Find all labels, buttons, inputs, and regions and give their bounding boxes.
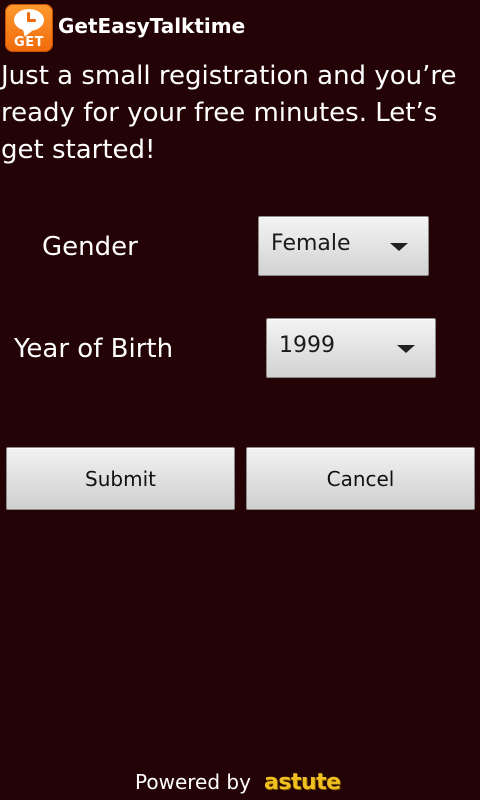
cancel-button[interactable]: Cancel (246, 447, 475, 510)
app-title: GetEasyTalktime (58, 14, 246, 38)
submit-button[interactable]: Submit (6, 447, 235, 510)
year-of-birth-label: Year of Birth (14, 334, 174, 364)
app-logo-icon: GET (5, 4, 53, 52)
clock-hand-icon (27, 19, 36, 22)
gender-selected-value: Female (271, 231, 351, 256)
dropdown-arrow-icon (390, 243, 408, 251)
year-of-birth-dropdown[interactable]: 1999 (266, 318, 436, 378)
gender-label: Gender (42, 232, 138, 262)
astute-brand-logo: astute (264, 770, 341, 795)
footer: Powered by astute (0, 766, 480, 800)
gender-dropdown[interactable]: Female (258, 216, 429, 276)
year-selected-value: 1999 (279, 333, 335, 358)
intro-text: Just a small registration and you’re rea… (1, 61, 457, 165)
powered-by-text: Powered by (135, 770, 251, 794)
app-logo-text: GET (14, 35, 44, 50)
dropdown-arrow-icon (397, 345, 415, 353)
title-bar: GET GetEasyTalktime (0, 0, 480, 56)
registration-screen: GET GetEasyTalktime Just a small registr… (0, 0, 480, 800)
